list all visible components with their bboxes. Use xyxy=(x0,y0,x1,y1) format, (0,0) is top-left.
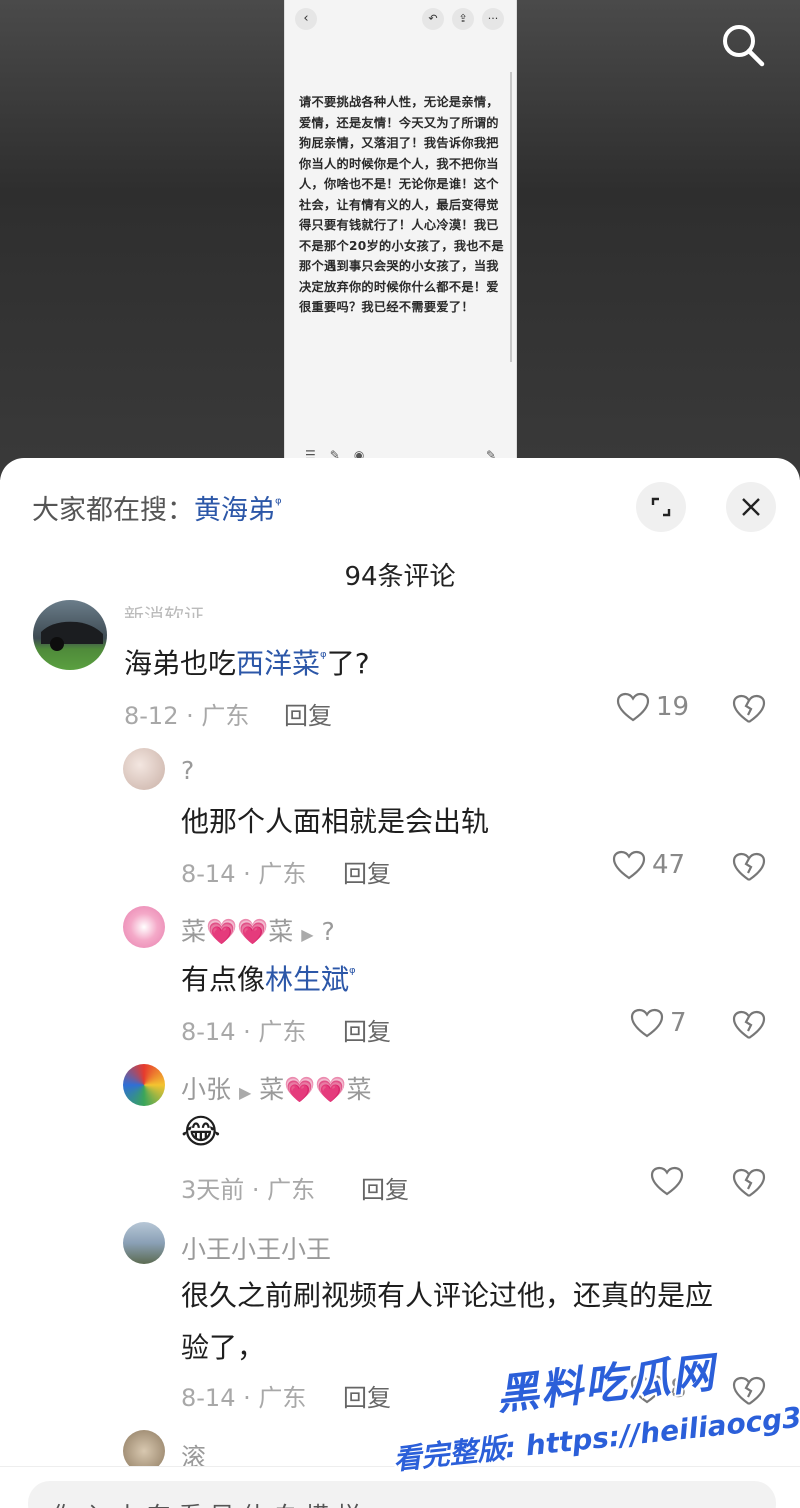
screenshot-toolbar: ‹ ↶ ⇪ ··· xyxy=(285,0,516,40)
comment-text-line: 很久之前刷视频有人评论过他，还真的是应 xyxy=(181,1279,714,1312)
comment-text: 他那个人面相就是会出轨 xyxy=(181,805,490,838)
pink-heart-icon: 💗💗 xyxy=(206,917,269,946)
trending-keyword[interactable]: 黄海弟 xyxy=(194,495,275,526)
username-part: 菜 xyxy=(268,917,294,946)
avatar[interactable] xyxy=(33,600,107,670)
username[interactable]: 新消软证 xyxy=(124,600,204,618)
search-small-icon: ᵠ xyxy=(275,494,282,513)
reply-arrow-icon: ▶ xyxy=(301,925,314,944)
heart-icon xyxy=(630,1008,664,1038)
undo-icon: ↶ xyxy=(422,8,444,30)
search-small-icon: ᵠ xyxy=(320,647,327,667)
more-icon: ··· xyxy=(482,8,504,30)
car-image xyxy=(41,621,103,651)
expand-icon xyxy=(651,497,671,517)
broken-heart-icon[interactable] xyxy=(732,694,766,724)
comment-meta: 8-14 · 广东 xyxy=(181,1018,307,1046)
comment-input-placeholder: 你 入 小 东 看 早 什 白 模 样 xyxy=(52,1496,361,1508)
broken-heart-icon[interactable] xyxy=(732,1168,766,1198)
reply-to-username[interactable]: 菜 xyxy=(259,1075,284,1104)
trending-prefix: 大家都在搜： xyxy=(32,495,194,526)
reply-button[interactable]: 回复 xyxy=(361,1170,409,1205)
reply-arrow-icon: ▶ xyxy=(238,1083,252,1102)
reply-to-username[interactable]: 菜 xyxy=(347,1075,372,1104)
username[interactable]: 小王小王小王 xyxy=(181,1230,331,1266)
username[interactable]: 菜💗💗菜 ▶ ? xyxy=(181,912,335,948)
trending-search[interactable]: 大家都在搜：黄海弟ᵠ xyxy=(32,488,282,527)
like-count: 47 xyxy=(652,850,686,880)
avatar[interactable] xyxy=(123,748,165,790)
like-button[interactable]: 47 xyxy=(612,850,685,880)
comment-text: 有点像林生斌ᵠ xyxy=(181,958,356,998)
comment-count: 94条评论 xyxy=(344,562,456,592)
comment-text-part: 有点像 xyxy=(181,963,266,996)
username[interactable]: 小张 ▶ 菜💗💗菜 xyxy=(181,1070,372,1106)
laughing-emoji: 😂 xyxy=(181,1112,221,1152)
comment-meta: 8-12 · 广东 xyxy=(124,702,250,730)
heart-icon xyxy=(616,692,650,722)
like-button[interactable]: 19 xyxy=(616,692,689,722)
username-part: 小张 xyxy=(181,1075,232,1104)
like-count: 19 xyxy=(656,692,690,722)
comment-text-line: 验了， xyxy=(181,1331,266,1364)
share-icon: ⇪ xyxy=(452,8,474,30)
reply-to-username[interactable]: ? xyxy=(322,917,335,946)
expand-button[interactable] xyxy=(636,482,686,532)
comment-text-part: 了? xyxy=(326,647,370,680)
username-part: 菜 xyxy=(181,917,207,946)
search-icon[interactable] xyxy=(718,20,768,70)
search-keyword-link[interactable]: 林生斌 xyxy=(265,963,349,996)
heart-icon xyxy=(650,1166,684,1196)
comment-meta: 3天前 · 广东 xyxy=(181,1176,316,1204)
comment-meta: 8-14 · 广东 xyxy=(181,860,307,888)
video-player[interactable]: ‹ ↶ ⇪ ··· 请不要挑战各种人性，无论是亲情，爱情，还是友情！今天又为了所… xyxy=(0,0,800,480)
heart-icon xyxy=(612,850,646,880)
like-count: 7 xyxy=(670,1008,687,1038)
close-icon xyxy=(742,498,760,516)
reply-button[interactable]: 回复 xyxy=(343,1012,391,1047)
search-keyword-link[interactable]: 西洋菜 xyxy=(236,647,320,680)
search-small-icon: ᵠ xyxy=(349,963,356,983)
reply-button[interactable]: 回复 xyxy=(343,854,391,889)
username[interactable]: ? xyxy=(181,756,194,785)
close-button[interactable] xyxy=(726,482,776,532)
broken-heart-icon[interactable] xyxy=(732,852,766,882)
comment-text-part: 海弟也吃 xyxy=(124,647,237,680)
reply-button[interactable]: 回复 xyxy=(343,1378,391,1413)
comment-meta: 8-14 · 广东 xyxy=(181,1384,307,1412)
avatar[interactable] xyxy=(123,1222,165,1264)
avatar[interactable] xyxy=(123,906,165,948)
broken-heart-icon[interactable] xyxy=(732,1010,766,1040)
back-arrow-icon: ‹ xyxy=(295,8,317,30)
video-screenshot: ‹ ↶ ⇪ ··· 请不要挑战各种人性，无论是亲情，爱情，还是友情！今天又为了所… xyxy=(284,0,517,470)
screenshot-scrollbar xyxy=(510,72,512,362)
comment-text: 海弟也吃西洋菜ᵠ了? xyxy=(124,642,370,682)
pink-heart-icon: 💗💗 xyxy=(284,1075,347,1104)
like-button[interactable]: 7 xyxy=(630,1008,687,1038)
avatar[interactable] xyxy=(123,1064,165,1106)
reply-button[interactable]: 回复 xyxy=(284,696,332,731)
screenshot-note-text: 请不要挑战各种人性，无论是亲情，爱情，还是友情！今天又为了所谓的狗屁亲情，又落泪… xyxy=(299,95,504,314)
like-button[interactable] xyxy=(650,1166,690,1196)
